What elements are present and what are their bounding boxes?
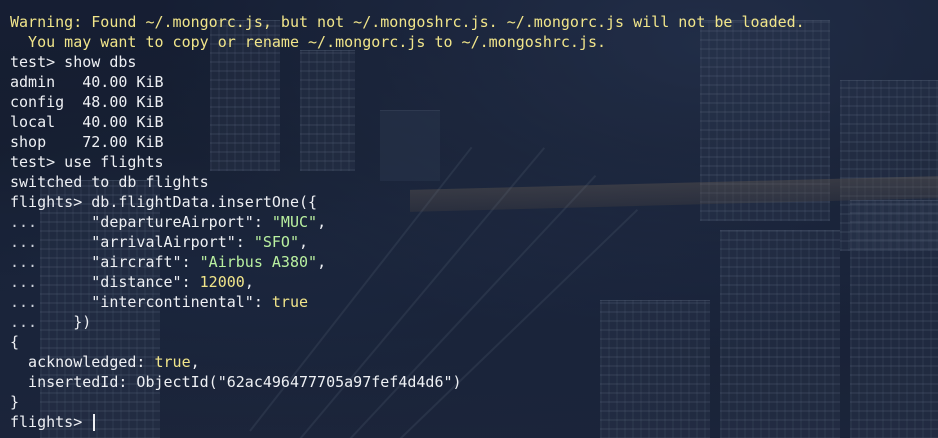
- shell-prompt[interactable]: flights>: [10, 412, 938, 432]
- db-list-row: admin 40.00 KiB: [10, 72, 938, 92]
- continuation-marker: ...: [10, 253, 38, 271]
- field-value: "MUC": [271, 213, 318, 231]
- continuation-marker: ...: [10, 313, 38, 331]
- field-value: "SFO": [253, 233, 299, 251]
- db-name: shop: [10, 133, 65, 151]
- warning-line: You may want to copy or rename ~/.mongor…: [10, 33, 607, 51]
- ack-key: acknowledged:: [10, 353, 155, 371]
- result-open: {: [10, 333, 20, 351]
- db-name: admin: [10, 73, 65, 91]
- continuation-marker: ...: [10, 293, 38, 311]
- db-size: 40.00 KiB: [82, 73, 164, 91]
- terminal-output[interactable]: Warning: Found ~/.mongorc.js, but not ~/…: [10, 12, 938, 432]
- close-call: }): [73, 313, 92, 331]
- field-key: "arrivalAirport": [91, 233, 236, 251]
- continuation-marker: ...: [10, 273, 38, 291]
- field-comma: ,: [317, 213, 327, 231]
- continuation-marker: ...: [10, 233, 38, 251]
- result-close: }: [10, 393, 20, 411]
- db-list-row: local 40.00 KiB: [10, 112, 938, 132]
- field-key: "departureAirport": [91, 213, 254, 231]
- ack-value: true: [154, 353, 191, 371]
- result-inserted-id: insertedId: ObjectId("62ac496477705a97fe…: [10, 373, 462, 391]
- continuation-line: ... "aircraft": "Airbus A380",: [10, 253, 327, 271]
- command-line: flights> db.flightData.insertOne({: [10, 193, 318, 211]
- db-size: 48.00 KiB: [82, 93, 164, 111]
- continuation-marker: ...: [10, 213, 38, 231]
- continuation-line: ... "arrivalAirport": "SFO",: [10, 233, 309, 251]
- continuation-line: ... "departureAirport": "MUC",: [10, 213, 327, 231]
- warning-line: Warning: Found ~/.mongorc.js, but not ~/…: [10, 13, 805, 31]
- ack-comma: ,: [190, 353, 200, 371]
- field-comma: ,: [299, 233, 309, 251]
- continuation-line: ... "intercontinental": true: [10, 293, 309, 311]
- continuation-line: ... }): [10, 312, 938, 332]
- continuation-line: ... "distance": 12000,: [10, 273, 254, 291]
- command-line: test> use flights: [10, 153, 164, 171]
- field-key: "distance": [91, 273, 182, 291]
- command-line: test> show dbs: [10, 53, 137, 71]
- db-list-row: config 48.00 KiB: [10, 92, 938, 112]
- db-name: local: [10, 113, 65, 131]
- db-size: 72.00 KiB: [82, 133, 164, 151]
- prompt-text: flights>: [10, 413, 92, 431]
- field-key: "intercontinental": [91, 293, 254, 311]
- db-name: config: [10, 93, 65, 111]
- result-acknowledged: acknowledged: true,: [10, 352, 938, 372]
- field-comma: ,: [317, 253, 327, 271]
- field-value: true: [271, 293, 309, 311]
- field-comma: ,: [244, 273, 254, 291]
- output-line: switched to db flights: [10, 173, 209, 191]
- db-size: 40.00 KiB: [82, 113, 164, 131]
- field-value: "Airbus A380": [199, 253, 318, 271]
- field-value: 12000: [199, 273, 245, 291]
- field-key: "aircraft": [91, 253, 182, 271]
- db-list-row: shop 72.00 KiB: [10, 132, 938, 152]
- text-cursor: [93, 413, 95, 431]
